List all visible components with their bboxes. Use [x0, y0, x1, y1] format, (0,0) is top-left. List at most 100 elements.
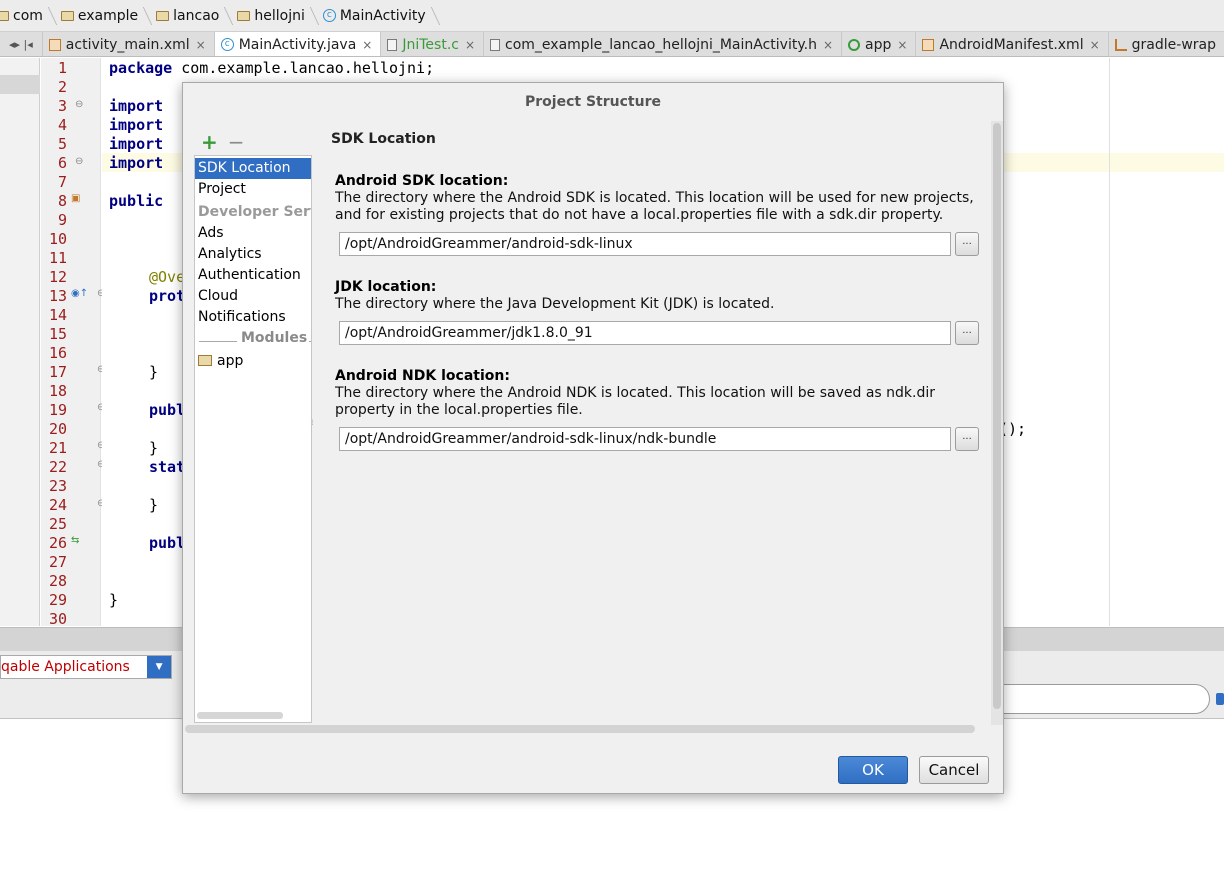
close-icon[interactable]: ×	[362, 38, 372, 52]
nav-horizontal-scrollbar[interactable]	[197, 712, 283, 719]
tab-label: app	[865, 36, 892, 53]
process-select-value: qable Applications	[1, 659, 130, 675]
code-line-13: prot	[149, 287, 186, 305]
nav-item-app-label: app	[217, 353, 244, 369]
logcat-search-input[interactable]	[990, 684, 1210, 714]
code-line-19: publ	[149, 401, 186, 419]
android-ndk-description: The directory where the Android NDK is l…	[335, 385, 936, 418]
nav-toolbar: + −	[201, 132, 245, 152]
app-module-icon	[848, 38, 861, 51]
nav-item-ads[interactable]: Ads	[195, 223, 311, 244]
module-folder-icon	[198, 355, 212, 366]
jdk-path-input[interactable]: /opt/AndroidGreammer/jdk1.8.0_91	[339, 321, 951, 345]
line-number: 25	[48, 515, 67, 533]
android-sdk-browse-button[interactable]: ...	[955, 232, 979, 256]
breadcrumb-label: MainActivity	[339, 7, 426, 24]
nav-item-project[interactable]: Project	[195, 179, 311, 200]
tab-label: com_example_lancao_hellojni_MainActivity…	[505, 36, 817, 53]
breadcrumb-item-hellojni[interactable]: hellojni	[227, 0, 312, 31]
close-icon[interactable]: ×	[1090, 38, 1100, 52]
nav-divider	[199, 341, 237, 342]
tab-scroll-controls[interactable]: ◂▸ |◂	[0, 32, 43, 56]
line-number: 10	[48, 230, 67, 248]
code-text: com.example.lancao.hellojni;	[172, 59, 435, 77]
tab-mainactivity-java[interactable]: c MainActivity.java ×	[214, 32, 382, 56]
ok-button[interactable]: OK	[838, 756, 908, 784]
tab-activity-main-xml[interactable]: activity_main.xml ×	[43, 32, 215, 56]
process-select[interactable]: qable Applications ▼	[0, 655, 172, 679]
selected-tree-row[interactable]	[0, 75, 40, 94]
tab-label: AndroidManifest.xml	[939, 36, 1084, 53]
android-sdk-description: The directory where the Android SDK is l…	[335, 190, 974, 223]
tab-jnitest-c[interactable]: JniTest.c ×	[381, 32, 485, 56]
line-number: 17	[48, 363, 67, 381]
tab-jni-header[interactable]: com_example_lancao_hellojni_MainActivity…	[484, 32, 843, 56]
add-button[interactable]: +	[201, 132, 218, 152]
android-sdk-path-input[interactable]: /opt/AndroidGreammer/android-sdk-linux	[339, 232, 951, 256]
line-number: 7	[57, 173, 67, 191]
breadcrumb-item-mainactivity[interactable]: c MainActivity	[313, 0, 434, 31]
header-file-icon	[490, 38, 501, 51]
nav-item-authentication[interactable]: Authentication	[195, 265, 311, 286]
tab-gradle-wrapper[interactable]: gradle-wrap	[1109, 32, 1224, 56]
close-icon[interactable]: ×	[465, 38, 475, 52]
splitter-handle[interactable]: ⁞	[311, 418, 315, 434]
close-icon[interactable]: ×	[196, 38, 206, 52]
code-line-29: }	[109, 591, 119, 609]
nav-item-analytics[interactable]: Analytics	[195, 244, 311, 265]
breadcrumb-item-lancao[interactable]: lancao	[146, 0, 227, 31]
layout-marker-icon[interactable]: ▣	[71, 193, 80, 204]
android-ndk-label: Android NDK location:	[335, 368, 510, 384]
line-number: 4	[57, 116, 67, 134]
line-number: 1	[57, 59, 67, 77]
nav-header-modules: Modules	[239, 330, 310, 346]
android-ndk-browse-button[interactable]: ...	[955, 427, 979, 451]
close-icon[interactable]: ×	[823, 38, 833, 52]
override-marker-icon[interactable]: ◉↑	[71, 288, 88, 299]
vertical-scrollbar[interactable]	[993, 123, 1001, 709]
class-icon: c	[322, 9, 336, 22]
native-method-marker-icon[interactable]: ⇆	[71, 535, 79, 546]
breadcrumb-label: com	[13, 7, 43, 24]
nav-item-notifications[interactable]: Notifications	[195, 307, 311, 328]
tab-app[interactable]: app ×	[842, 32, 917, 56]
code-line-8: public	[109, 192, 164, 210]
breadcrumb-label: example	[77, 7, 139, 24]
gradle-icon	[1114, 38, 1127, 51]
horizontal-scrollbar[interactable]	[185, 725, 975, 733]
android-ndk-path-input[interactable]: /opt/AndroidGreammer/android-sdk-linux/n…	[339, 427, 951, 451]
nav-item-app[interactable]: app	[195, 351, 311, 372]
chevron-down-icon[interactable]: ▼	[147, 656, 171, 678]
line-number: 3	[57, 97, 67, 115]
xml-file-icon	[48, 38, 61, 51]
breadcrumb-label: lancao	[173, 7, 220, 24]
code-line-24: }	[149, 496, 159, 514]
line-number: 26	[48, 534, 67, 552]
line-number: 20	[48, 420, 67, 438]
line-number: 2	[57, 78, 67, 96]
line-number: 22	[48, 458, 67, 476]
regex-toggle[interactable]	[1216, 693, 1224, 705]
fold-marker-icon[interactable]: ⊖	[75, 99, 83, 110]
breadcrumb-item-com[interactable]: com	[0, 0, 51, 31]
editor-gutter: 1 2 3 4 5 6 7 8 9 10 11 12 13 14 15 16 17 18 19 20 21 22 23 24 2…	[41, 58, 105, 628]
fold-marker-icon[interactable]: ⊖	[75, 156, 83, 167]
tab-label: MainActivity.java	[238, 36, 357, 53]
line-number: 28	[48, 572, 67, 590]
panel-title: SDK Location	[331, 131, 436, 147]
close-icon[interactable]: ×	[897, 38, 907, 52]
cancel-button[interactable]: Cancel	[919, 756, 989, 784]
nav-item-cloud[interactable]: Cloud	[195, 286, 311, 307]
tab-android-manifest[interactable]: AndroidManifest.xml ×	[916, 32, 1109, 56]
code-line-17: }	[149, 363, 159, 381]
nav-item-sdk-location[interactable]: SDK Location	[195, 158, 311, 179]
remove-button[interactable]: −	[228, 132, 245, 152]
tab-label: activity_main.xml	[65, 36, 190, 53]
project-structure-dialog: Project Structure + − SDK Location Proje…	[182, 82, 1004, 794]
line-number: 12	[48, 268, 67, 286]
jdk-browse-button[interactable]: ...	[955, 321, 979, 345]
jdk-description: The directory where the Java Development…	[335, 296, 775, 312]
line-number: 8	[57, 192, 67, 210]
breadcrumb-item-example[interactable]: example	[51, 0, 146, 31]
c-file-icon	[387, 38, 398, 51]
